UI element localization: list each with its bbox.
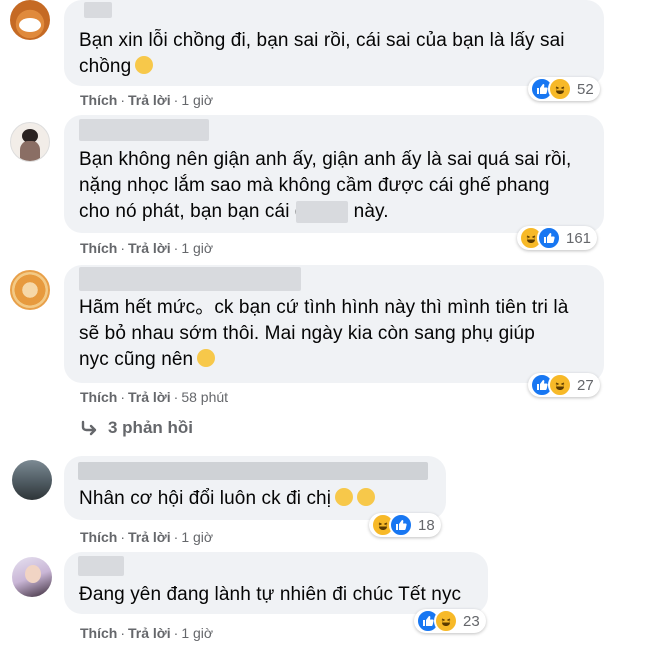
reaction-count: 161 — [566, 229, 592, 247]
redacted-name — [79, 119, 209, 141]
comment-time[interactable]: 1 giờ — [181, 625, 213, 641]
redacted-name — [84, 2, 112, 18]
redacted-word — [296, 201, 348, 223]
comment-bubble: Hãm hết mức。ck bạn cứ tình hình này thì … — [64, 265, 604, 383]
reaction-count: 27 — [577, 376, 594, 394]
reaction-summary[interactable]: 23 — [414, 609, 486, 633]
comment-time[interactable]: 58 phút — [181, 389, 228, 405]
haha-icon — [548, 77, 572, 101]
reply-link[interactable]: Trả lời — [128, 625, 171, 641]
like-link[interactable]: Thích — [80, 240, 117, 256]
haha-icon — [434, 609, 458, 633]
avatar[interactable] — [10, 122, 50, 162]
comment-text: Đang yên đang lành tự nhiên đi chúc Tết … — [79, 584, 462, 605]
comment-time[interactable]: 1 giờ — [181, 240, 213, 256]
reaction-summary[interactable]: 18 — [369, 513, 441, 537]
comment-bubble: Bạn xin lỗi chồng đi, bạn sai rồi, cái s… — [64, 0, 604, 86]
relieved-emoji — [197, 349, 216, 367]
like-link[interactable]: Thích — [80, 92, 117, 108]
reaction-count: 52 — [577, 80, 594, 98]
redacted-name — [78, 462, 428, 480]
avatar[interactable] — [12, 557, 52, 597]
comment-time[interactable]: 1 giờ — [181, 92, 213, 108]
haha-icon — [548, 373, 572, 397]
reply-arrow-icon — [81, 420, 97, 436]
comment-bubble: Nhân cơ hội đổi luôn ck đi chị — [64, 456, 446, 520]
avatar[interactable] — [10, 0, 50, 40]
comment-time[interactable]: 1 giờ — [181, 529, 213, 545]
avatar[interactable] — [10, 270, 50, 310]
relieved-emoji — [357, 488, 376, 506]
like-link[interactable]: Thích — [80, 389, 117, 405]
comment-bubble: Đang yên đang lành tự nhiên đi chúc Tết … — [64, 552, 488, 614]
reaction-summary[interactable]: 52 — [528, 77, 600, 101]
like-link[interactable]: Thích — [80, 529, 117, 545]
comment-text: Bạn xin lỗi chồng đi, bạn sai rồi, cái s… — [79, 30, 565, 77]
reply-link[interactable]: Trả lời — [128, 240, 171, 256]
comment-actions: Thích · Trả lời · 1 giờ — [80, 92, 214, 108]
comment-actions: Thích · Trả lời · 1 giờ — [80, 529, 214, 545]
like-icon — [389, 513, 413, 537]
reaction-summary[interactable]: 27 — [528, 373, 600, 397]
reaction-count: 18 — [418, 516, 435, 534]
like-link[interactable]: Thích — [80, 625, 117, 641]
comment-bubble: Bạn không nên giận anh ấy, giận anh ấy l… — [64, 115, 604, 233]
redacted-name — [78, 556, 124, 576]
like-icon — [537, 226, 561, 250]
reaction-summary[interactable]: 161 — [517, 226, 598, 250]
redacted-name — [79, 267, 301, 291]
comment-actions: Thích · Trả lời · 1 giờ — [80, 625, 214, 641]
smile-emoji — [135, 56, 154, 74]
comment-text: Nhân cơ hội đổi luôn ck đi chị — [79, 486, 376, 512]
reply-link[interactable]: Trả lời — [128, 529, 171, 545]
reaction-count: 23 — [463, 612, 480, 630]
comment-text: Hãm hết mức。ck bạn cứ tình hình này thì … — [79, 297, 569, 370]
comment-actions: Thích · Trả lời · 1 giờ — [80, 240, 214, 256]
avatar[interactable] — [12, 460, 52, 500]
reply-link[interactable]: Trả lời — [128, 389, 171, 405]
reply-link[interactable]: Trả lời — [128, 92, 171, 108]
view-replies-link[interactable]: 3 phản hồi — [80, 418, 193, 438]
comment-actions: Thích · Trả lời · 58 phút — [80, 389, 229, 405]
relieved-emoji — [335, 488, 354, 506]
